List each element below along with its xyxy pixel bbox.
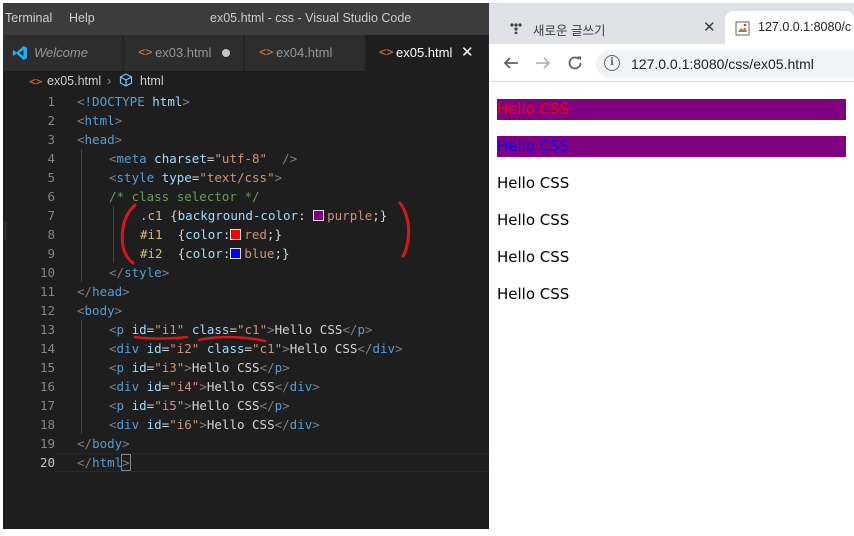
tab-ex05[interactable]: <> ex05.html ✕ [366,35,489,71]
code-line: <p id="i1" class="c1">Hello CSS</p> [109,322,373,337]
code-line: .c1 {background-color: purple;} [140,208,388,223]
indent-guide [81,149,82,282]
code-line: <!DOCTYPE html> [77,94,190,109]
tab-label: ex03.html [155,45,212,60]
rendered-div-i2: Hello CSS [497,136,846,157]
forward-arrow-icon[interactable] [531,51,555,75]
line-number: 9 [47,246,55,261]
rendered-div-i4: Hello CSS [497,211,570,229]
line-number: 5 [47,170,55,185]
tab-ex03[interactable]: <> ex03.html [124,35,244,71]
code-line: <p id="i3">Hello CSS</p> [109,360,290,375]
back-arrow-icon[interactable] [499,51,523,75]
line-number: 17 [39,398,55,413]
html-file-icon: <> [29,75,43,88]
line-number: 14 [39,341,55,356]
html-file-icon: <> [379,45,394,59]
rendered-p-i5: Hello CSS [497,248,570,266]
title-bar: Terminal Help ex05.html - css - Visual S… [3,3,489,35]
code-line: <div id="i4">Hello CSS</div> [109,379,320,394]
element-cube-icon [119,73,133,90]
browser-tab-title: 새로운 글쓰기 [533,24,606,38]
line-number: 4 [47,151,55,166]
code-line: <head> [77,132,123,147]
line-number: 19 [39,436,55,451]
color-swatch-blue[interactable] [230,248,242,259]
line-number: 1 [47,94,55,109]
chevron-right-icon: › [107,74,112,88]
indent-guide [113,206,114,263]
code-line: #i1 {color: red;} [140,227,282,242]
page-favicon-icon [735,21,750,39]
window-title: ex05.html - css - Visual Studio Code [210,11,412,25]
line-number: 7 [47,208,55,223]
menu-terminal[interactable]: Terminal [5,11,52,25]
line-number: 11 [39,284,55,299]
line-number: 6 [47,189,55,204]
rendered-p-i1: Hello CSS [497,99,846,120]
indent-guide [81,320,82,434]
tab-label: Welcome [34,45,88,60]
line-number: 12 [39,303,55,318]
code-line: </head> [77,284,130,299]
browser-tab-title: 127.0.0.1:8080/c [758,20,852,34]
html-file-icon: <> [138,45,153,59]
line-number: 8 [47,227,55,242]
browser-tab-strip: 새로운 글쓰기 ✕ 127.0.0.1:8080/c [489,3,854,44]
browser-tab-new-post[interactable]: 새로운 글쓰기 ✕ [499,11,723,44]
line-number: 16 [39,379,55,394]
code-line: </style> [109,265,170,280]
breadcrumb: <> ex05.html › html [3,71,489,92]
reload-icon[interactable] [563,51,587,75]
menu-help[interactable]: Help [69,11,95,25]
color-swatch-purple[interactable] [313,210,325,221]
tab-welcome[interactable]: Welcome [3,35,123,71]
dots-favicon-icon [509,22,523,37]
browser-toolbar: i 127.0.0.1:8080/css/ex05.html [489,44,854,82]
code-line: <body> [77,303,123,318]
rendered-div-i6: Hello CSS [497,285,570,303]
code-line: <div id="i2" class="c1">Hello CSS</div> [109,341,403,356]
code-editor[interactable]: 1 2 3 4 5 6 7 8 9 10 11 12 13 14 15 16 1… [3,92,489,529]
vscode-logo-icon [12,45,28,64]
site-info-icon[interactable]: i [604,55,620,71]
editor-tab-bar: Welcome <> ex03.html <> ex04.html <> ex0… [3,35,489,71]
vscode-window: Terminal Help ex05.html - css - Visual S… [3,3,489,529]
code-line: <html> [77,113,123,128]
line-number: 13 [39,322,55,337]
tab-label: ex04.html [276,45,333,60]
color-swatch-red[interactable] [230,229,242,240]
code-line: <div id="i6">Hello CSS</div> [109,417,320,432]
breadcrumb-element[interactable]: html [140,74,164,88]
unsaved-dot-icon[interactable] [222,49,230,57]
browser-window: 새로운 글쓰기 ✕ 127.0.0.1:8080/c i 127.0.0.1:8… [489,0,854,536]
line-number: 10 [39,265,55,280]
rendered-page: Hello CSS Hello CSS Hello CSS Hello CSS … [489,83,854,536]
breadcrumb-file[interactable]: ex05.html [47,74,101,88]
close-icon[interactable]: ✕ [461,43,474,61]
code-line: /* class selector */ [109,189,260,204]
line-number: 15 [39,360,55,375]
address-url[interactable]: 127.0.0.1:8080/css/ex05.html [631,56,814,72]
line-number: 20 [39,455,55,470]
code-line: </body> [77,436,130,451]
tab-label: ex05.html [396,45,453,60]
line-number: 18 [39,417,55,432]
close-icon[interactable]: ✕ [703,18,716,36]
line-number: 2 [47,113,55,128]
code-line: <p id="i5">Hello CSS</p> [109,398,290,413]
code-line: <meta charset="utf-8" /> [109,151,298,166]
browser-tab-ex05[interactable]: 127.0.0.1:8080/c [725,11,854,44]
address-bar[interactable]: i 127.0.0.1:8080/css/ex05.html [596,50,854,78]
tab-ex04[interactable]: <> ex04.html [245,35,365,71]
code-line: </html> [77,454,131,471]
rendered-p-i3: Hello CSS [497,174,570,192]
line-number: 3 [47,132,55,147]
code-line: #i2 {color: blue;} [140,246,290,261]
html-file-icon: <> [259,45,274,59]
code-line: <style type="text/css"> [109,170,283,185]
